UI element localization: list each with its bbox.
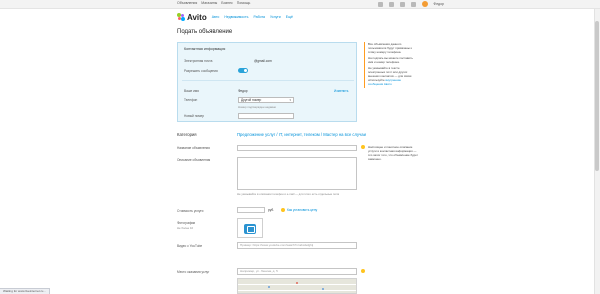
user-name[interactable]: Федор	[434, 2, 444, 6]
scrollbar[interactable]	[594, 9, 600, 294]
video-label: Видео с YouTube	[177, 244, 203, 248]
name-value: Федор	[238, 89, 248, 93]
avito-logo-icon[interactable]	[177, 13, 185, 21]
new-phone-label: Новый номер	[184, 114, 204, 118]
description-textarea[interactable]	[237, 157, 357, 190]
nav-item-services[interactable]: Услуги	[270, 15, 281, 19]
avatar[interactable]	[421, 1, 428, 7]
scrollbar-thumb[interactable]	[595, 21, 599, 171]
address-placeholder: Например, ул. Ленина, д. 5	[240, 269, 278, 273]
tip-text: Настоящее и понятное описание услуги и к…	[368, 145, 418, 161]
phone-hint: Номер подтвержден недавно	[238, 105, 277, 109]
price-help-link[interactable]: Как установить цену	[287, 208, 317, 212]
phone-select-value: Другой номер	[241, 98, 262, 102]
contact-box-title: Контактная информация	[184, 47, 226, 51]
nav-item-jobs[interactable]: Работа	[253, 15, 265, 19]
photo-label: Фотографии	[177, 221, 196, 225]
nav-item-more[interactable]: Ещё	[286, 15, 293, 19]
star-icon[interactable]	[377, 1, 383, 7]
heart-icon[interactable]	[388, 1, 394, 7]
top-link-business[interactable]: Бизнес	[221, 1, 233, 5]
chevron-down-icon: ▾	[289, 98, 291, 102]
address-tip-icon	[361, 269, 365, 273]
new-phone-input[interactable]	[238, 113, 294, 119]
change-link[interactable]: Изменить	[334, 89, 348, 93]
side-note: Все объявления данного пользователя буду…	[364, 42, 416, 88]
contact-info-box: Контактная информация Электронная почта …	[177, 42, 357, 122]
top-link-ads[interactable]: Объявления	[177, 1, 197, 5]
lightbulb-icon	[361, 145, 365, 149]
divider	[182, 80, 354, 81]
address-input[interactable]: Например, ул. Ленина, д. 5	[237, 268, 357, 275]
price-input[interactable]	[237, 207, 265, 213]
side-note-p2: На подпись вы можете поставить имя и ном…	[368, 56, 413, 64]
top-links: Объявления Магазины Бизнес Помощь	[177, 1, 250, 5]
camera-icon[interactable]	[244, 224, 256, 234]
category-label: Категория	[177, 132, 197, 137]
photo-upload[interactable]	[237, 218, 263, 238]
nav-item-auto[interactable]: Авто	[212, 15, 220, 19]
map-marker	[296, 282, 298, 284]
messages-label: Разрешить сообщения	[184, 69, 218, 73]
main-nav: Авто Недвижимость Работа Услуги Ещё	[212, 15, 293, 19]
email-value: @gmail.com	[254, 59, 272, 63]
title-input[interactable]	[237, 145, 357, 151]
browser-status-bar: Waiting for www.liveinternet.ru...	[0, 288, 50, 294]
title-label: Название объявления	[177, 146, 210, 150]
category-value[interactable]: Предложение услуг / IT, интернет, телеко…	[237, 132, 366, 137]
top-link-help[interactable]: Помощь	[237, 1, 251, 5]
map-marker	[268, 286, 270, 288]
nav-item-realty[interactable]: Недвижимость	[224, 15, 248, 19]
email-label: Электронная почта	[184, 59, 213, 63]
price-currency: руб.	[268, 208, 275, 212]
top-link-shops[interactable]: Магазины	[201, 1, 217, 5]
map[interactable]	[237, 278, 357, 294]
name-label: Ваше имя	[184, 89, 199, 93]
phone-select[interactable]: Другой номер ▾	[238, 97, 294, 103]
logo-text[interactable]: Avito	[187, 13, 207, 22]
video-input[interactable]: Пример: https://www.youtube.com/watch?v=…	[237, 242, 357, 249]
phone-label: Телефон	[184, 98, 198, 102]
bell-icon[interactable]	[410, 1, 416, 7]
photo-sub: Не более 10	[177, 226, 194, 230]
top-user-area: Федор	[377, 1, 444, 7]
map-road	[238, 284, 356, 285]
video-placeholder: Пример: https://www.youtube.com/watch?v=…	[240, 243, 314, 247]
mail-icon[interactable]	[399, 1, 405, 7]
address-label: Место оказания услуг	[177, 270, 210, 274]
price-tip-icon	[281, 208, 285, 212]
page-title: Подать объявление	[177, 29, 233, 35]
messages-toggle[interactable]	[238, 68, 248, 73]
price-label: Стоимость услуги	[177, 209, 204, 213]
header: Avito Авто Недвижимость Работа Услуги Ещ…	[177, 12, 293, 22]
side-note-p1: Все объявления данного пользователя буду…	[368, 42, 412, 54]
map-road	[238, 290, 356, 291]
description-label: Описание объявления	[177, 158, 211, 162]
top-bar: Объявления Магазины Бизнес Помощь Федор	[0, 0, 600, 9]
description-hint: Не указывайте в описании телефон и e-mai…	[237, 192, 340, 196]
map-marker	[322, 288, 324, 290]
side-note-p3-wrap: Не указывайте в тексте электронных почт …	[368, 66, 416, 86]
